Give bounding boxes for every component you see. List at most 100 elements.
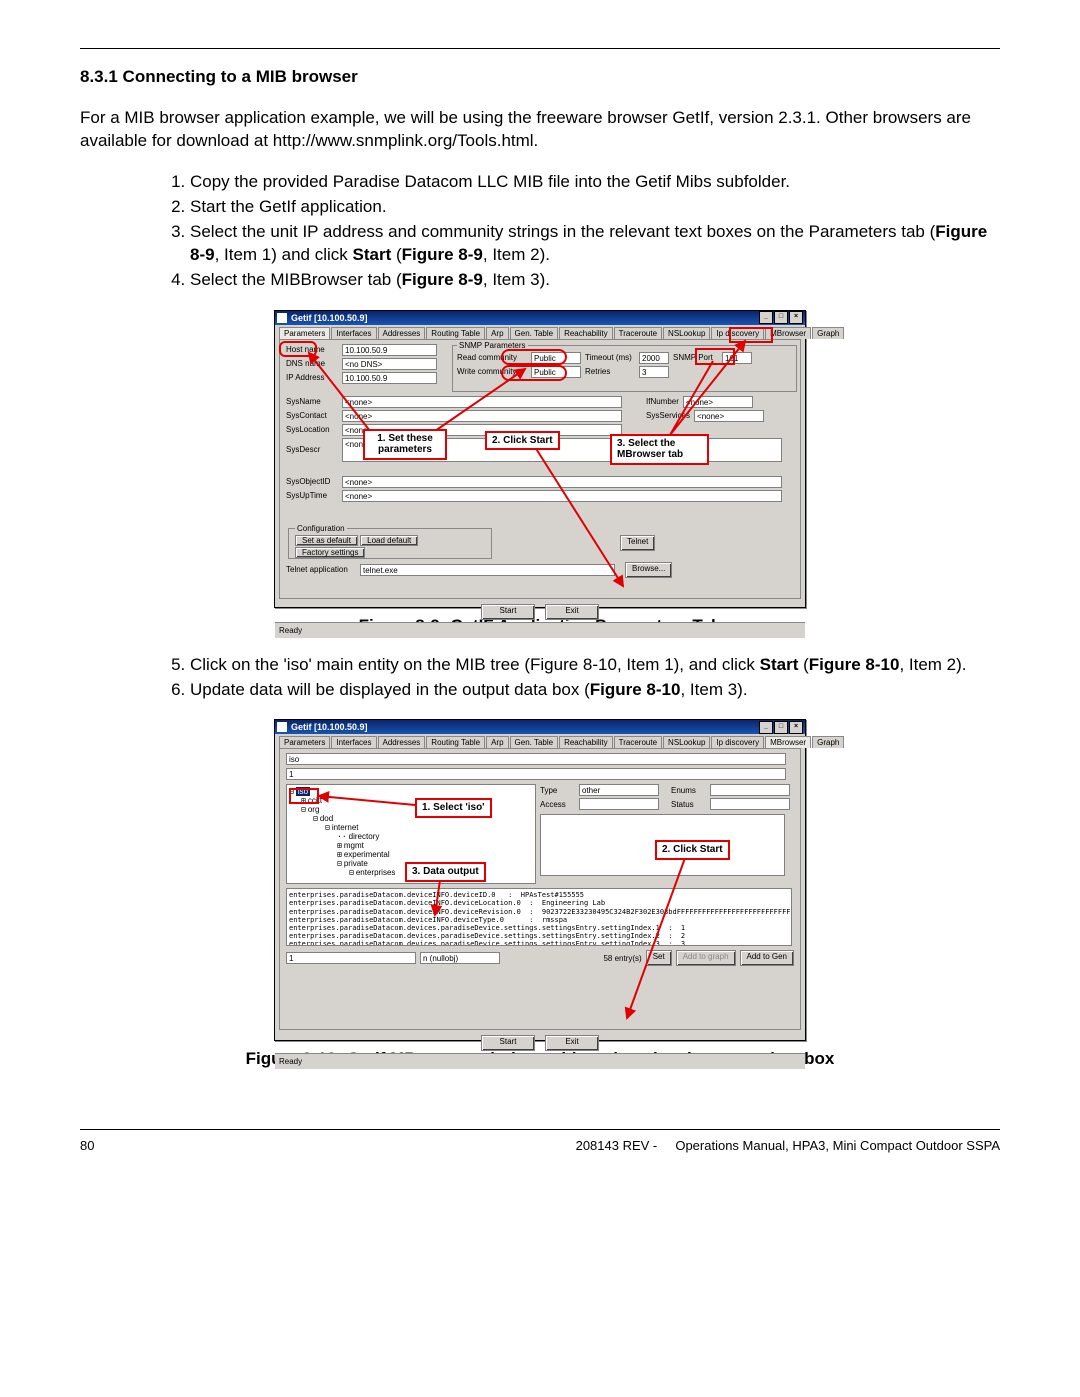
start-button[interactable]: Start — [481, 1035, 535, 1051]
redbox-hostname — [279, 341, 317, 357]
tab-graph[interactable]: Graph — [812, 327, 844, 339]
tab-traceroute[interactable]: Traceroute — [614, 327, 662, 339]
maximize-button[interactable]: □ — [774, 721, 788, 734]
timeout-label: Timeout (ms) — [585, 353, 635, 362]
access-value — [579, 798, 659, 810]
figure-8-9-window: Getif [10.100.50.9] _ □ × Parameters Int… — [274, 310, 806, 608]
tab-parameters[interactable]: Parameters — [279, 327, 330, 339]
oid-path: iso — [286, 753, 786, 765]
sysobjid-value: <none> — [342, 476, 782, 488]
step-2: Start the GetIf application. — [190, 196, 1000, 219]
retries-input[interactable]: 3 — [639, 366, 669, 378]
tab-parameters[interactable]: Parameters — [279, 736, 330, 748]
tab-gentable[interactable]: Gen. Table — [510, 736, 559, 748]
callout-3: 3. Select the MBrowser tab — [610, 434, 709, 465]
tab-graph[interactable]: Graph — [812, 736, 844, 748]
add-to-graph-button[interactable]: Add to graph — [676, 950, 736, 966]
add-to-gen-button[interactable]: Add to Gen — [740, 950, 794, 966]
set-button[interactable]: Set — [646, 950, 672, 966]
browse-button[interactable]: Browse... — [625, 562, 672, 578]
status-label: Status — [671, 800, 706, 809]
set-default-button[interactable]: Set as default — [295, 535, 358, 546]
tab-bar: Parameters Interfaces Addresses Routing … — [275, 734, 805, 748]
tab-interfaces[interactable]: Interfaces — [331, 736, 376, 748]
window-title: Getif [10.100.50.9] — [291, 313, 758, 323]
app-icon — [277, 313, 287, 323]
callout-select-iso: 1. Select 'iso' — [415, 798, 492, 818]
minimize-button[interactable]: _ — [759, 311, 773, 324]
factory-button[interactable]: Factory settings — [295, 547, 365, 558]
tab-reachability[interactable]: Reachability — [559, 736, 613, 748]
step-4: Select the MIBBrowser tab (Figure 8-9, I… — [190, 269, 1000, 292]
entries-label: 58 entry(s) — [603, 954, 641, 963]
redbox-mbrowser-tab — [729, 327, 773, 343]
bottom-left-value[interactable]: 1 — [286, 952, 416, 964]
sysname-label: SysName — [286, 397, 338, 406]
figure-8-10-window: Getif [10.100.50.9] _ □ × Parameters Int… — [274, 719, 806, 1041]
tab-arp[interactable]: Arp — [486, 327, 508, 339]
tab-routing[interactable]: Routing Table — [426, 327, 485, 339]
tab-traceroute[interactable]: Traceroute — [614, 736, 662, 748]
close-button[interactable]: × — [789, 721, 803, 734]
page-number: 80 — [80, 1138, 94, 1153]
titlebar: Getif [10.100.50.9] _ □ × — [275, 311, 805, 325]
status-value — [710, 798, 790, 810]
syscontact-label: SysContact — [286, 411, 338, 420]
steps-list-b: Click on the 'iso' main entity on the MI… — [80, 654, 1000, 702]
redbox-readcomm — [501, 349, 567, 365]
tab-nslookup[interactable]: NSLookup — [663, 327, 710, 339]
retries-label: Retries — [585, 367, 635, 376]
exit-button[interactable]: Exit — [545, 1035, 599, 1051]
redbox-writecomm — [501, 365, 567, 381]
tab-mbrowser[interactable]: MBrowser — [765, 736, 811, 748]
start-button[interactable]: Start — [481, 604, 535, 620]
dns-value: <no DNS> — [342, 358, 437, 370]
tab-routing[interactable]: Routing Table — [426, 736, 485, 748]
close-button[interactable]: × — [789, 311, 803, 324]
sysservices-value: <none> — [694, 410, 764, 422]
ip-value: 10.100.50.9 — [342, 372, 437, 384]
ifnumber-label: IfNumber — [646, 397, 679, 406]
intro-paragraph: For a MIB browser application example, w… — [80, 107, 1000, 153]
minimize-button[interactable]: _ — [759, 721, 773, 734]
telnet-button[interactable]: Telnet — [620, 535, 655, 551]
type-value: other — [579, 784, 659, 796]
bottom-type-select[interactable]: n (nullobj) — [420, 952, 500, 964]
tab-reachability[interactable]: Reachability — [559, 327, 613, 339]
tab-bar: Parameters Interfaces Addresses Routing … — [275, 325, 805, 339]
step-5: Click on the 'iso' main entity on the MI… — [190, 654, 1000, 677]
sysuptime-label: SysUpTime — [286, 491, 338, 500]
hostname-input[interactable]: 10.100.50.9 — [342, 344, 437, 356]
callout-1: 1. Set these parameters — [363, 429, 447, 460]
type-label: Type — [540, 786, 575, 795]
sysuptime-value: <none> — [342, 490, 782, 502]
sysobjid-label: SysObjectID — [286, 477, 338, 486]
page-footer: 80 208143 REV - Operations Manual, HPA3,… — [80, 1129, 1000, 1153]
sysname-value: <none> — [342, 396, 622, 408]
footer-title: Operations Manual, HPA3, Mini Compact Ou… — [675, 1138, 1000, 1153]
syscontact-value: <none> — [342, 410, 622, 422]
app-icon — [277, 722, 287, 732]
steps-list-a: Copy the provided Paradise Datacom LLC M… — [80, 171, 1000, 292]
sysdescr-label: SysDescr — [286, 445, 338, 454]
maximize-button[interactable]: □ — [774, 311, 788, 324]
callout-data-output: 3. Data output — [405, 862, 486, 882]
tab-gentable[interactable]: Gen. Table — [510, 327, 559, 339]
tab-ipdiscovery[interactable]: Ip discovery — [711, 736, 764, 748]
exit-button[interactable]: Exit — [545, 604, 599, 620]
step-6: Update data will be displayed in the out… — [190, 679, 1000, 702]
section-heading: 8.3.1 Connecting to a MIB browser — [80, 67, 1000, 87]
timeout-input[interactable]: 2000 — [639, 352, 669, 364]
tab-addresses[interactable]: Addresses — [378, 327, 426, 339]
tab-interfaces[interactable]: Interfaces — [331, 327, 376, 339]
tab-arp[interactable]: Arp — [486, 736, 508, 748]
config-label: Configuration — [295, 524, 347, 533]
output-data-box[interactable]: enterprises.paradiseDatacom.deviceINFO.d… — [286, 888, 792, 946]
telnetapp-input[interactable]: telnet.exe — [360, 564, 615, 576]
enums-label: Enums — [671, 786, 706, 795]
load-default-button[interactable]: Load default — [360, 535, 418, 546]
access-label: Access — [540, 800, 575, 809]
tab-addresses[interactable]: Addresses — [378, 736, 426, 748]
tab-nslookup[interactable]: NSLookup — [663, 736, 710, 748]
ip-label: IP Address — [286, 373, 338, 382]
